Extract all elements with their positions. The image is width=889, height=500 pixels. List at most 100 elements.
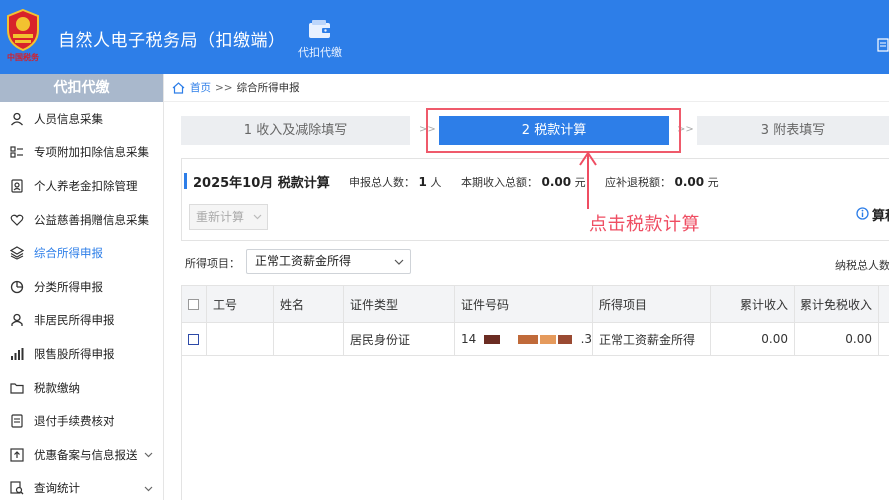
stat-unit: 元 (707, 176, 719, 189)
pie-icon (10, 280, 24, 293)
total-taxpayers-label: 纳税总人数 (835, 259, 889, 272)
sidebar-item-refund-fee[interactable]: 退付手续费核对 (0, 404, 163, 438)
redaction-block (484, 334, 501, 344)
nav-module-label: 代扣代缴 (298, 46, 342, 59)
sidebar-item-label: 优惠备案与信息报送 (34, 447, 138, 462)
document-icon (11, 414, 23, 428)
column-header[interactable]: 工号 (207, 286, 274, 322)
chevron-down-icon[interactable] (144, 450, 153, 459)
step-schedule-filling[interactable]: 3 附表填写 (697, 116, 889, 145)
recalculate-label: 重新计算 (196, 210, 245, 224)
tax-emblem-icon (7, 8, 39, 52)
info-icon[interactable] (856, 207, 869, 220)
redaction-block (518, 334, 538, 344)
breadcrumb-separator: >> (215, 81, 233, 94)
income-item-value: 正常工资薪金所得 (255, 254, 352, 268)
home-icon (172, 81, 185, 94)
upload-icon (10, 448, 24, 462)
nav-module-withholding[interactable]: 代扣代缴 (292, 14, 348, 60)
sidebar-item-nonresident[interactable]: 非居民所得申报 (0, 304, 163, 338)
layers-icon (10, 246, 24, 260)
id-type-cell: 居民身份证 (344, 323, 455, 355)
sidebar-item-label: 查询统计 (34, 481, 80, 496)
bar-chart-icon (11, 347, 24, 360)
heart-icon (10, 214, 24, 226)
sidebar-item-query-stats[interactable]: 查询统计 (0, 472, 163, 500)
sidebar-item-restricted-stock[interactable]: 限售股所得申报 (0, 337, 163, 371)
pension-icon (11, 179, 23, 193)
stat-value: 1 (418, 175, 427, 189)
chevron-down-icon (253, 214, 262, 220)
redaction-block (539, 334, 556, 344)
title-accent-bar (184, 173, 187, 189)
column-header[interactable]: 证件号码 (455, 286, 593, 322)
user-icon (11, 314, 23, 327)
summary-panel (181, 158, 889, 241)
sidebar-item-label: 非居民所得申报 (34, 313, 115, 328)
list-icon (10, 146, 23, 158)
sidebar-item-label: 专项附加扣除信息采集 (34, 145, 149, 160)
id-number-prefix: 14 (461, 332, 477, 346)
breadcrumb-current: 综合所得申报 (236, 82, 300, 94)
sidebar-item-tax-payment[interactable]: 税款缴纳 (0, 371, 163, 405)
table-header: 工号 姓名 证件类型 证件号码 所得项目 累计收入 累计免税收入 (182, 286, 889, 323)
chevron-down-icon[interactable] (144, 484, 153, 493)
cumulative-exempt-cell: 0.00 (795, 323, 879, 355)
sidebar-item-pension[interactable]: 个人养老金扣除管理 (0, 169, 163, 203)
wallet-icon (309, 20, 331, 38)
sidebar: 代扣代缴 人员信息采集 专项附加扣除信息采集 个人养老金扣除管理 公益慈善捐赠信… (0, 74, 164, 500)
select-all-checkbox[interactable] (188, 298, 199, 310)
column-header[interactable]: 证件类型 (344, 286, 455, 322)
income-item-label: 所得项目： (185, 257, 240, 270)
stat-label: 本期收入总额： (461, 176, 538, 189)
stat-declarants: 申报总人数： 1 人 (349, 174, 441, 190)
stat-value: 0.00 (674, 175, 705, 189)
search-doc-icon (10, 481, 24, 495)
tax-calc-info-text[interactable]: 算税 (872, 205, 889, 224)
sidebar-item-label: 限售股所得申报 (34, 346, 115, 361)
tax-calc-table: 工号 姓名 证件类型 证件号码 所得项目 累计收入 累计免税收入 居民身份证 1… (181, 285, 889, 500)
emblem-text: 中国税务 (7, 52, 39, 62)
app-header: 中国税务 自然人电子税务局（扣缴端） 代扣代缴 (0, 0, 889, 74)
sidebar-item-label: 公益慈善捐赠信息采集 (34, 212, 149, 227)
stat-label: 申报总人数： (349, 176, 415, 189)
app-title: 自然人电子税务局（扣缴端） (58, 31, 286, 51)
sidebar-item-charity[interactable]: 公益慈善捐赠信息采集 (0, 203, 163, 237)
id-number-suffix: .3 (580, 332, 593, 346)
sidebar-item-special-deduction[interactable]: 专项附加扣除信息采集 (0, 136, 163, 170)
name-cell (274, 323, 344, 355)
recalculate-dropdown[interactable]: 重新计算 (189, 204, 268, 230)
chevron-down-icon (394, 259, 404, 265)
cumulative-income-cell: 0.00 (711, 323, 795, 355)
row-checkbox[interactable] (188, 333, 199, 345)
sidebar-item-label: 人员信息采集 (34, 111, 103, 126)
sidebar-item-comprehensive-income[interactable]: 综合所得申报 (0, 236, 163, 270)
breadcrumb-home-link[interactable]: 首页 (190, 80, 211, 95)
employee-id-cell (207, 323, 274, 355)
sidebar-title: 代扣代缴 (0, 74, 163, 102)
table-row[interactable]: 居民身份证 14 .3 正常工资薪金所得 0.00 0.00 (182, 323, 889, 356)
sidebar-item-preferential-filing[interactable]: 优惠备案与信息报送 (0, 438, 163, 472)
sidebar-item-personnel[interactable]: 人员信息采集 (0, 102, 163, 136)
column-header[interactable]: 姓名 (274, 286, 344, 322)
sidebar-item-classified-income[interactable]: 分类所得申报 (0, 270, 163, 304)
stat-unit: 人 (430, 176, 442, 189)
id-number-cell: 14 .3 (455, 323, 593, 355)
row-checkbox-cell (182, 323, 207, 355)
annotation-arrow-icon (579, 151, 597, 209)
sidebar-item-label: 分类所得申报 (34, 279, 103, 294)
sidebar-item-label: 综合所得申报 (34, 246, 103, 261)
breadcrumb: 首页 >> 综合所得申报 (164, 74, 889, 102)
column-header[interactable]: 累计收入 (711, 286, 795, 322)
income-item-cell: 正常工资薪金所得 (593, 323, 711, 355)
header-checkbox-cell (182, 286, 207, 322)
sidebar-item-label: 个人养老金扣除管理 (34, 178, 138, 193)
person-icon (11, 112, 23, 126)
income-item-select[interactable]: 正常工资薪金所得 (246, 249, 411, 274)
step-income-deduction[interactable]: 1 收入及减除填写 (181, 116, 410, 145)
column-header[interactable]: 所得项目 (593, 286, 711, 322)
document-icon[interactable] (877, 38, 889, 52)
redaction-block (557, 334, 572, 344)
column-header[interactable]: 累计免税收入 (795, 286, 879, 322)
annotation-text: 点击税款计算 (589, 214, 700, 235)
